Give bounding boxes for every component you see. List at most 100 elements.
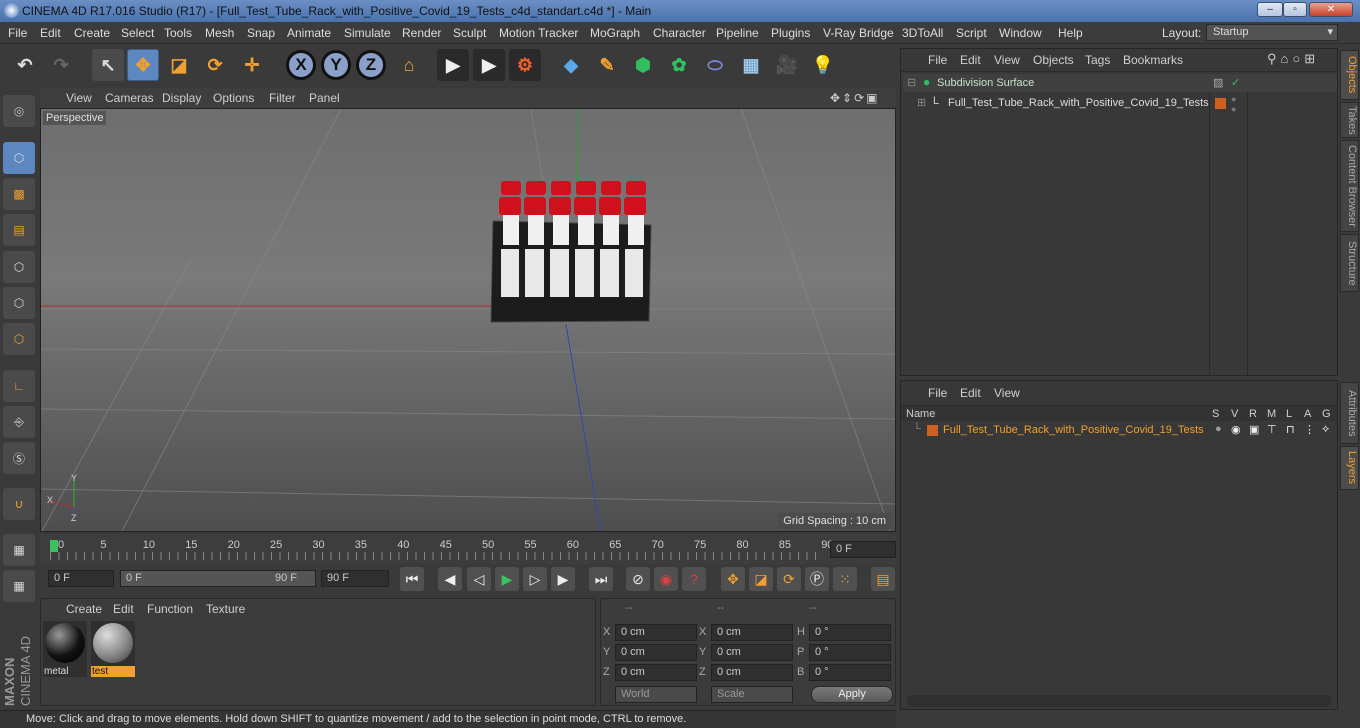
obj-menu-edit[interactable]: Edit	[960, 53, 981, 67]
coord-mode-scale-select[interactable]: Scale	[711, 686, 793, 703]
texture-mode-icon[interactable]: ▩	[3, 178, 35, 210]
go-to-end-icon[interactable]: ⏭	[589, 567, 613, 591]
coordinate-system-icon[interactable]: ⌂	[393, 49, 425, 81]
menu-snap[interactable]: Snap	[247, 26, 275, 40]
mat-menu-create[interactable]: Create	[66, 602, 102, 616]
viewport-menu-options[interactable]: Options	[213, 91, 254, 105]
animation-icon[interactable]: ⋮	[1304, 423, 1315, 436]
workplane-lock-icon[interactable]: ▦	[3, 534, 35, 566]
material-swatch-test[interactable]: test	[91, 621, 135, 677]
layer-color-swatch[interactable]	[927, 425, 938, 436]
tab-layers[interactable]: Layers	[1340, 446, 1359, 490]
z-axis-lock-button[interactable]: Z	[356, 50, 386, 80]
redo-icon[interactable]: ↷	[45, 49, 77, 81]
timeline-ruler[interactable]: 0 5 10 15 20 25 30 35 40 45 50 55 60 65 70 75 80 85 90 0 F	[40, 534, 896, 564]
maximize-button[interactable]: ▫	[1283, 2, 1307, 17]
object-row-subdivision[interactable]: ⊟ ● Subdivision Surface ▨ ✓	[903, 74, 1337, 92]
point-level-key-icon[interactable]: ⁙	[833, 567, 857, 591]
x-axis-lock-button[interactable]: X	[286, 50, 316, 80]
menu-render[interactable]: Render	[402, 26, 441, 40]
viewport-nav-icons[interactable]: ✥⇕⟳▣	[830, 91, 880, 105]
check-icon[interactable]: ✓	[1231, 76, 1240, 89]
y-axis-lock-button[interactable]: Y	[321, 50, 351, 80]
coord-value-field[interactable]: 0 °	[809, 664, 891, 681]
polygons-mode-icon[interactable]: ⬡	[3, 323, 35, 355]
previous-frame-icon[interactable]: ◁	[467, 567, 491, 591]
frame-range-slider[interactable]: 0 F 90 F	[120, 570, 316, 587]
coord-value-field[interactable]: 0 cm	[615, 644, 697, 661]
cloner-icon[interactable]: ✿	[663, 49, 695, 81]
viewport-menu-cameras[interactable]: Cameras	[105, 91, 154, 105]
object-row-rack[interactable]: ⊞ L Full_Test_Tube_Rack_with_Positive_Co…	[903, 94, 1337, 114]
keyframe-selection-icon[interactable]: ?	[682, 567, 706, 591]
previous-key-icon[interactable]: ◀	[438, 567, 462, 591]
obj-menu-view[interactable]: View	[994, 53, 1020, 67]
menu-vray-bridge[interactable]: V-Ray Bridge	[823, 26, 894, 40]
rotation-key-icon[interactable]: ⟳	[777, 567, 801, 591]
menu-window[interactable]: Window	[999, 26, 1042, 40]
scale-tool-icon[interactable]: ◪	[163, 49, 195, 81]
pen-spline-icon[interactable]: ✎	[591, 49, 623, 81]
menu-mograph[interactable]: MoGraph	[590, 26, 640, 40]
tab-structure[interactable]: Structure	[1340, 234, 1359, 292]
next-key-icon[interactable]: ▶	[551, 567, 575, 591]
render-settings-icon[interactable]: ⚙	[509, 49, 541, 81]
solo-mode-icon[interactable]: Ⓢ	[3, 442, 35, 474]
workplane-icon[interactable]: ◎	[3, 95, 35, 127]
tab-takes[interactable]: Takes	[1340, 102, 1359, 138]
layer-menu-edit[interactable]: Edit	[960, 386, 981, 400]
menu-select[interactable]: Select	[121, 26, 154, 40]
planar-workplane-icon[interactable]: ▦	[3, 570, 35, 602]
menu-edit[interactable]: Edit	[40, 26, 61, 40]
menu-3dtoall[interactable]: 3DToAll	[902, 26, 943, 40]
layout-select[interactable]: Startup ▾	[1206, 24, 1338, 41]
menu-simulate[interactable]: Simulate	[344, 26, 391, 40]
move-tool-icon[interactable]: ✥	[127, 49, 159, 81]
tweak-mode-icon[interactable]: ⎆	[3, 406, 35, 438]
scale-key-icon[interactable]: ◪	[749, 567, 773, 591]
menu-plugins[interactable]: Plugins	[771, 26, 810, 40]
obj-menu-file[interactable]: File	[928, 53, 947, 67]
render-picture-viewer-icon[interactable]: ▶	[473, 49, 505, 81]
camera-icon[interactable]: 🎥	[771, 49, 803, 81]
eye-icon[interactable]: ◉	[1231, 423, 1241, 436]
menu-mesh[interactable]: Mesh	[205, 26, 234, 40]
viewport-menu-display[interactable]: Display	[162, 91, 201, 105]
autokey-icon[interactable]: ◉	[654, 567, 678, 591]
generator-icon[interactable]: ⟡	[1322, 423, 1329, 436]
manager-icon[interactable]: ⊤	[1267, 423, 1277, 436]
parameter-key-icon[interactable]: Ⓟ	[805, 567, 829, 591]
obj-menu-objects[interactable]: Objects	[1033, 53, 1074, 67]
current-frame-field[interactable]: 0 F	[830, 541, 896, 558]
tab-attributes[interactable]: Attributes	[1340, 382, 1359, 444]
menu-file[interactable]: File	[8, 26, 27, 40]
render-view-icon[interactable]: ▶	[437, 49, 469, 81]
cube-primitive-icon[interactable]: ◆	[555, 49, 587, 81]
menu-help[interactable]: Help	[1058, 26, 1083, 40]
coord-value-field[interactable]: 0 cm	[711, 664, 793, 681]
subdivision-surface-icon[interactable]: ⬢	[627, 49, 659, 81]
recent-tool-icon[interactable]: ✛	[236, 49, 268, 81]
start-frame-field[interactable]: 0 F	[48, 570, 114, 587]
snap-icon[interactable]: ∪	[3, 488, 35, 520]
mat-menu-texture[interactable]: Texture	[206, 602, 245, 616]
layer-row[interactable]: └ Full_Test_Tube_Rack_with_Positive_Covi…	[901, 422, 1337, 439]
camera-label[interactable]: Perspective	[43, 111, 107, 125]
go-to-start-icon[interactable]: ⏮	[400, 567, 424, 591]
menu-tools[interactable]: Tools	[164, 26, 192, 40]
workplane-mode-icon[interactable]: ▤	[3, 214, 35, 246]
close-button[interactable]: ✕	[1309, 2, 1353, 17]
next-frame-icon[interactable]: ▷	[523, 567, 547, 591]
record-keys-icon[interactable]: ⊘	[626, 567, 650, 591]
tab-objects[interactable]: Objects	[1340, 50, 1359, 100]
layer-color-swatch[interactable]	[1215, 98, 1226, 109]
render-clapper-icon[interactable]: ▣	[1249, 423, 1259, 436]
end-frame-field[interactable]: 90 F	[321, 570, 389, 587]
menu-character[interactable]: Character	[653, 26, 706, 40]
timeline-window-icon[interactable]: ▤	[871, 567, 895, 591]
3d-viewport[interactable]: Y X Z Perspective Grid Spacing : 10 cm	[40, 108, 896, 532]
apply-button[interactable]: Apply	[811, 686, 893, 703]
obj-nav-icons[interactable]: ⚲⌂○⊞	[1267, 51, 1319, 67]
menu-sculpt[interactable]: Sculpt	[453, 26, 486, 40]
coord-value-field[interactable]: 0 °	[809, 624, 891, 641]
